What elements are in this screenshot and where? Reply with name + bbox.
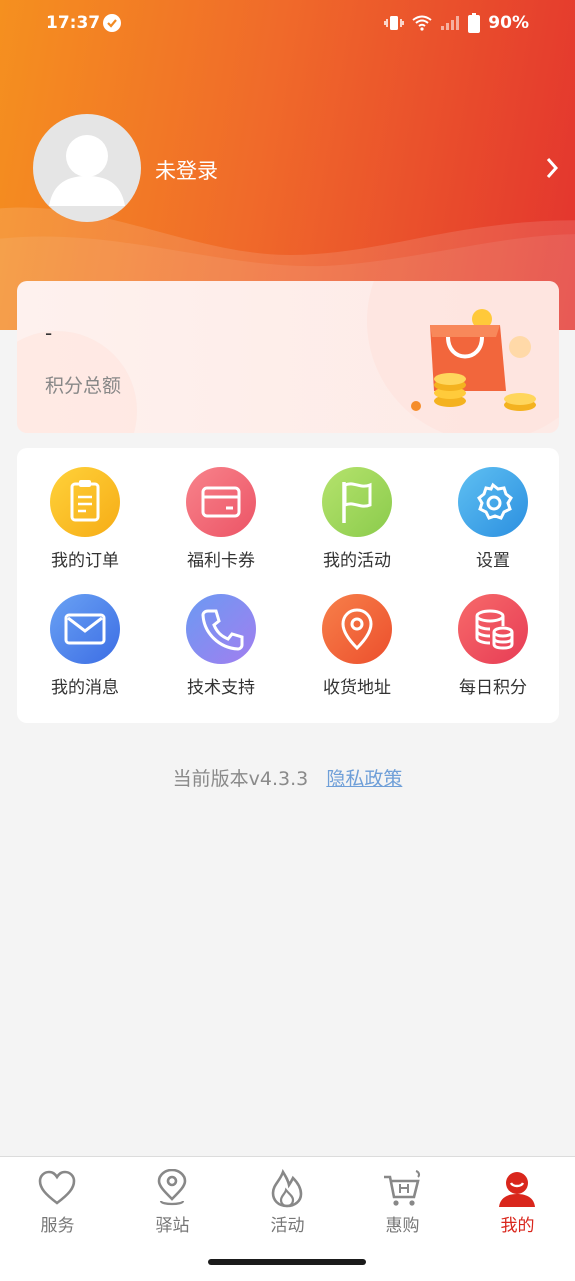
cart-icon — [384, 1170, 421, 1206]
order-icon — [50, 467, 120, 537]
menu-item-label: 每日积分 — [459, 678, 527, 698]
battery-percent: 90% — [488, 13, 529, 33]
menu-item-daily-points[interactable]: 每日积分 — [425, 575, 561, 698]
menu-item-label: 设置 — [476, 551, 510, 571]
mail-icon — [50, 594, 120, 664]
menu-item-support[interactable]: 技术支持 — [153, 575, 289, 698]
menu-item-label: 我的消息 — [51, 678, 119, 698]
map-pin-icon — [157, 1169, 187, 1206]
wifi-icon — [412, 15, 432, 31]
status-time: 17:37 — [46, 13, 101, 33]
version-text: 当前版本v4.3.3 — [172, 768, 309, 790]
menu-item-label: 技术支持 — [187, 678, 255, 698]
tab-label: 我的 — [500, 1216, 535, 1236]
tab-label: 服务 — [40, 1216, 75, 1236]
privacy-link[interactable]: 隐私政策 — [326, 768, 402, 790]
status-right: 90% — [384, 13, 529, 33]
menu-item-coupons[interactable]: 福利卡券 — [153, 448, 289, 571]
chevron-right-icon[interactable] — [540, 156, 564, 180]
gear-icon — [458, 467, 528, 537]
status-bar: 17:37 90% — [0, 0, 575, 48]
avatar[interactable] — [33, 114, 141, 222]
points-label: 积分总额 — [45, 375, 122, 397]
tab-label: 驿站 — [155, 1216, 190, 1236]
menu-item-settings[interactable]: 设置 — [425, 448, 561, 571]
menu-item-address[interactable]: 收货地址 — [289, 575, 425, 698]
tab-label: 活动 — [270, 1216, 305, 1236]
flag-icon — [322, 467, 392, 537]
home-indicator[interactable] — [208, 1259, 366, 1265]
menu-item-messages[interactable]: 我的消息 — [17, 575, 153, 698]
menu-item-label: 我的活动 — [323, 551, 391, 571]
shopping-bag-icon — [411, 309, 536, 411]
menu-item-label: 福利卡券 — [187, 551, 255, 571]
vibrate-icon — [384, 16, 405, 30]
card-icon — [186, 467, 256, 537]
menu-item-activities[interactable]: 我的活动 — [289, 448, 425, 571]
tab-activities[interactable]: 活动 — [230, 1157, 345, 1247]
points-card[interactable]: - 积分总额 — [17, 281, 559, 433]
version-row: 当前版本v4.3.3 隐私政策 — [0, 764, 575, 791]
battery-icon — [468, 13, 481, 33]
login-status[interactable]: 未登录 — [155, 155, 218, 185]
heart-icon — [38, 1170, 76, 1205]
phone-icon — [186, 594, 256, 664]
points-value: - — [45, 321, 53, 345]
tab-station[interactable]: 驿站 — [115, 1157, 230, 1247]
tab-label: 惠购 — [385, 1216, 420, 1236]
database-icon — [458, 594, 528, 664]
menu-item-label: 我的订单 — [51, 551, 119, 571]
flame-icon — [271, 1169, 303, 1208]
location-icon — [322, 594, 392, 664]
menu-item-label: 收货地址 — [323, 678, 391, 698]
menu-item-orders[interactable]: 我的订单 — [17, 448, 153, 571]
user-icon — [499, 1172, 535, 1207]
tab-deals[interactable]: 惠购 — [345, 1157, 460, 1247]
tab-service[interactable]: 服务 — [0, 1157, 115, 1247]
check-icon — [103, 14, 121, 32]
tab-mine[interactable]: 我的 — [460, 1157, 575, 1247]
menu-grid: 我的订单 福利卡券 我的活动 设置 我的消息 技术支持 收货地址 每日积分 — [17, 448, 559, 723]
signal-icon — [441, 16, 460, 30]
